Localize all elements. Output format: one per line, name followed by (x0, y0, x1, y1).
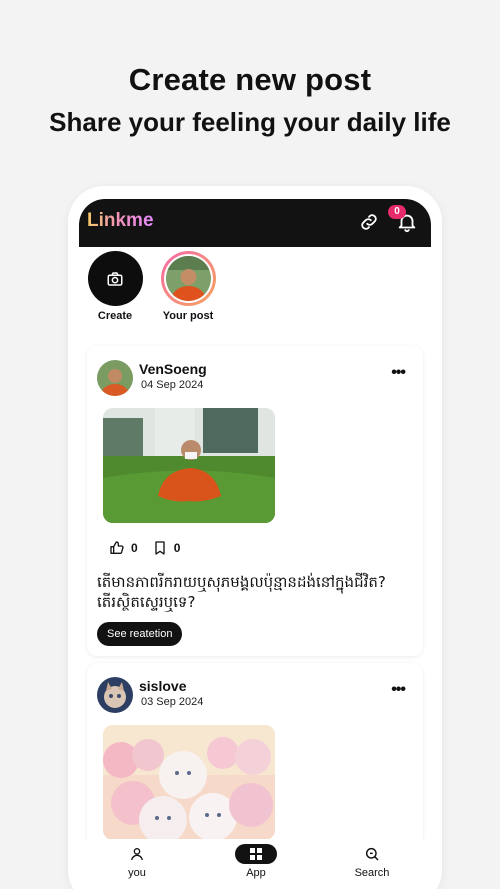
post-card: VenSoeng 04 Sep 2024 ••• 0 0 តើមានភាពរីក… (87, 346, 423, 656)
post-image[interactable] (103, 725, 275, 840)
person-icon (131, 848, 143, 861)
nav-you[interactable]: you (102, 843, 172, 879)
story-create[interactable]: Create (80, 251, 150, 322)
bookmark-icon[interactable] (152, 540, 168, 556)
camera-icon (107, 271, 123, 286)
notification-badge: 0 (388, 205, 406, 219)
search-icon (365, 847, 379, 861)
avatar (165, 256, 211, 301)
post-image[interactable] (103, 408, 275, 523)
nav-search[interactable]: Search (337, 843, 407, 879)
nav-label-you: you (128, 867, 146, 879)
app-logo: Linkme (87, 210, 154, 231)
story-label-your-post: Your post (162, 310, 214, 322)
avatar[interactable] (97, 360, 133, 396)
nav-label-app: App (246, 867, 266, 879)
top-bar: Linkme 0 (79, 199, 431, 247)
more-options-icon[interactable]: ••• (391, 682, 406, 698)
create-button[interactable] (87, 251, 143, 306)
post-username[interactable]: sislove (139, 678, 186, 694)
hero-title: Create new post (128, 62, 372, 97)
story-ring (160, 251, 216, 306)
like-count: 0 (131, 541, 138, 555)
hero: Create new post Share your feeling your … (0, 60, 500, 142)
avatar[interactable] (97, 677, 133, 713)
bottom-nav: you App Search (79, 839, 431, 889)
post-date: 04 Sep 2024 (141, 379, 204, 391)
story-your-post[interactable]: Your post (153, 251, 223, 322)
nav-app[interactable]: App (221, 843, 291, 879)
app-screen: Linkme 0 Create Your post VenSoeng 04 Se… (79, 199, 431, 889)
like-icon[interactable] (109, 540, 125, 556)
stories-row: Create Your post (79, 251, 431, 333)
hero-subtitle: Share your feeling your daily life (49, 107, 451, 137)
post-username[interactable]: VenSoeng (139, 361, 207, 377)
post-actions: 0 0 (109, 539, 180, 557)
link-icon[interactable] (358, 211, 380, 233)
more-options-icon[interactable]: ••• (391, 365, 406, 381)
save-count: 0 (173, 541, 181, 555)
phone-frame: Linkme 0 Create Your post VenSoeng 04 Se… (68, 186, 442, 889)
post-date: 03 Sep 2024 (141, 696, 204, 708)
post-caption: តើមានភាពរីករាយឬសុភមង្គលប៉ុន្មានដង់នៅក្នុ… (97, 573, 386, 611)
story-label-create: Create (97, 310, 133, 322)
grid-icon (250, 848, 262, 860)
nav-label-search: Search (354, 867, 390, 879)
see-reaction-button[interactable]: See reatetion (97, 622, 183, 646)
